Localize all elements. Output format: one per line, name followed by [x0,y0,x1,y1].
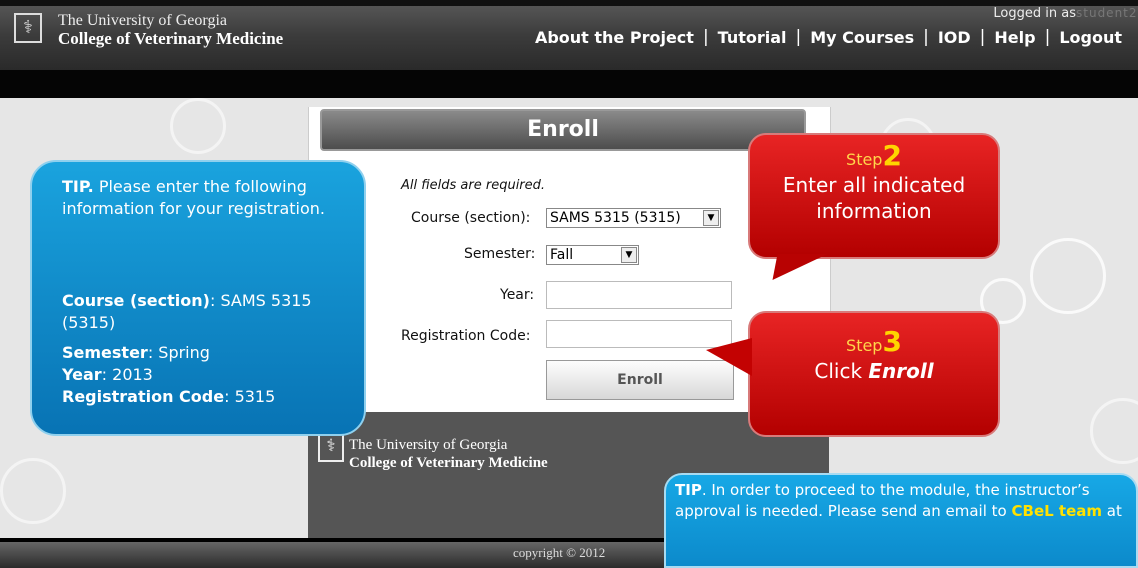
college-name: College of Veterinary Medicine [58,29,284,48]
registration-code-label: Registration Code: [401,328,531,344]
nav-separator: | [923,27,929,47]
copyright-text: copyright © 2012 [513,545,606,560]
semester-select-value: Fall [550,247,574,263]
course-select[interactable]: SAMS 5315 (5315) ▼ [546,208,721,228]
dropdown-arrow-icon: ▼ [621,247,637,263]
nav-iod[interactable]: IOD [938,28,971,47]
required-note: All fields are required. [401,178,546,193]
tip-bottom-text2: at [1102,502,1122,520]
course-select-value: SAMS 5315 (5315) [550,210,681,226]
step3-tail [706,338,752,376]
uga-logo-icon: ⚕ [14,13,42,43]
nav-my-courses[interactable]: My Courses [810,28,914,47]
nav-logout[interactable]: Logout [1059,28,1122,47]
course-label: Course (section): [411,210,531,226]
tip-year-label: Year [62,365,102,384]
nav-separator: | [795,27,802,47]
footer-university: The University of Georgia [349,437,508,453]
step2-number: 2 [882,139,902,172]
step3-desc-prefix: Click [814,359,869,383]
logged-in-user: student21 [1076,6,1138,20]
tip-bold: TIP. [62,177,94,196]
tip-semester: Semester: Spring [62,342,210,364]
cbel-team-text: CBeL team [1011,502,1103,520]
main-nav: About the Project | Tutorial | My Courses |… [535,27,1122,47]
tip-code: Registration Code: 5315 [62,386,275,408]
nav-tutorial[interactable]: Tutorial [718,28,787,47]
registration-code-input[interactable] [546,320,732,348]
tip-bottom-bold: TIP [675,481,702,499]
tip-intro-text: Please enter the following information f… [62,177,325,218]
logged-in-label: Logged in as [993,6,1076,21]
step3-number: 3 [882,325,902,358]
step3-callout: Step3 Click Enroll [748,311,1000,437]
tip-bottom-text: TIP. In order to proceed to the module, … [675,480,1130,522]
tip-course-label: Course (section) [62,291,210,310]
nav-separator: | [702,27,709,47]
tip-year: Year: 2013 [62,364,153,386]
footer-college: College of Veterinary Medicine [349,455,548,471]
step2-description: Enter all indicated information [782,173,966,223]
tip-semester-label: Semester [62,343,148,362]
nav-separator: | [1044,27,1051,47]
step3-word: Step [846,336,883,355]
tip-year-value: : 2013 [101,365,153,384]
tip-code-value: : 5315 [224,387,276,406]
dropdown-arrow-icon: ▼ [703,210,719,226]
tip-semester-value: : Spring [147,343,210,362]
step2-callout: Step2 Enter all indicated information [748,133,1000,259]
semester-label: Semester: [464,246,536,262]
step2-word: Step [846,150,883,169]
nav-about-project[interactable]: About the Project [535,28,694,47]
nav-help[interactable]: Help [994,28,1035,47]
tip-intro: TIP. Please enter the following informat… [62,176,342,220]
university-name: The University of Georgia [58,12,227,29]
enroll-title: Enroll [320,109,806,151]
year-input[interactable] [546,281,732,309]
footer-logo-icon: ⚕ [318,432,344,462]
step3-desc-emphasis: Enroll [868,359,934,383]
tip-code-label: Registration Code [62,387,225,406]
nav-separator: | [979,27,986,47]
login-bar [0,70,1138,98]
semester-select[interactable]: Fall ▼ [546,245,639,265]
year-label: Year: [500,287,535,303]
tip-course: Course (section): SAMS 5315 (5315) [62,290,342,334]
